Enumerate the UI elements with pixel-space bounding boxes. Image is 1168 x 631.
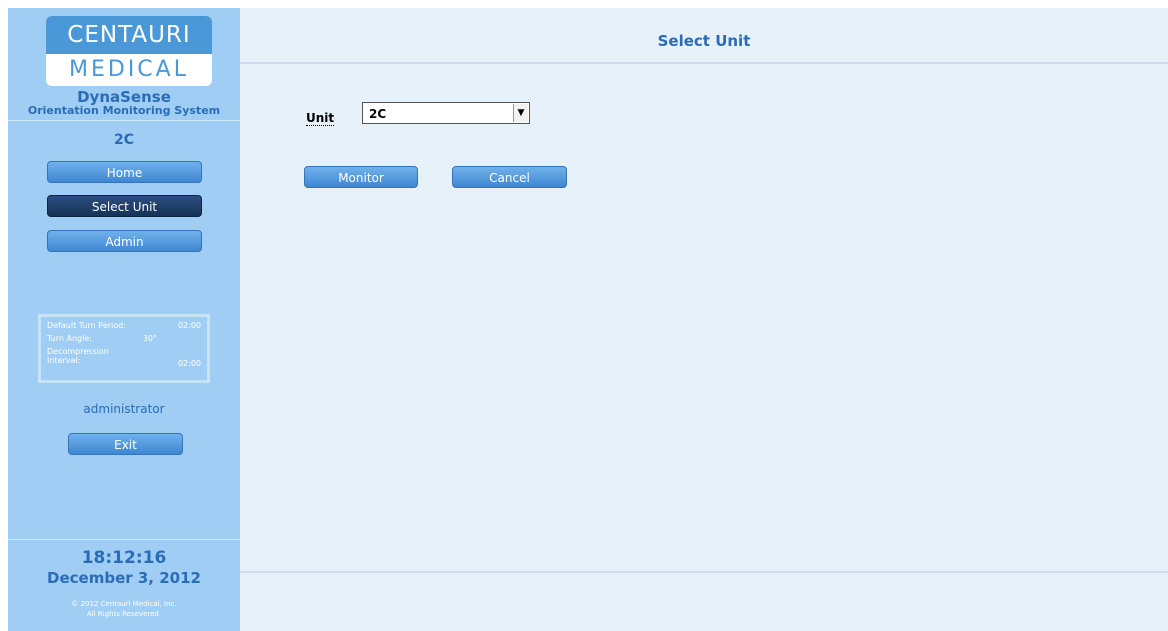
decompression-label: Decompression Interval:	[47, 347, 109, 365]
unit-field-label: Unit	[306, 111, 335, 126]
chevron-down-icon[interactable]: ▼	[513, 104, 528, 122]
nav-select-unit-button[interactable]: Select Unit	[47, 195, 202, 217]
divider	[8, 120, 240, 121]
divider	[8, 539, 240, 540]
username: administrator	[83, 402, 165, 416]
sidebar: CENTAURI MEDICAL DynaSense Orientation M…	[8, 8, 240, 631]
logo-top-text: CENTAURI	[46, 16, 212, 54]
turn-period-label: Default Turn Period:	[47, 321, 126, 330]
footer-divider	[240, 571, 1168, 573]
unit-select[interactable]: 2C ▼	[362, 102, 530, 124]
cancel-button[interactable]: Cancel	[452, 166, 567, 188]
decompression-label-line1: Decompression	[47, 347, 109, 356]
nav-home-button[interactable]: Home	[47, 161, 202, 183]
turn-period-value: 02:00	[177, 321, 201, 330]
main-panel: Select Unit Unit 2C ▼ Monitor Cancel	[240, 8, 1168, 631]
product-subtitle: Orientation Monitoring System	[27, 104, 221, 117]
header-divider	[240, 62, 1168, 64]
copyright-line1: © 2012 Centauri Medical, Inc.	[71, 600, 177, 608]
turn-angle-value: 30°	[142, 334, 157, 343]
clock-date: December 3, 2012	[47, 569, 201, 587]
decompression-value: 02:00	[177, 359, 201, 368]
decompression-label-line2: Interval:	[47, 356, 81, 365]
app-window: CENTAURI MEDICAL DynaSense Orientation M…	[0, 0, 1168, 631]
logo-bottom-text: MEDICAL	[69, 57, 189, 82]
page-title: Select Unit	[657, 32, 751, 50]
nav-admin-button[interactable]: Admin	[47, 230, 202, 252]
unit-select-value: 2C	[369, 107, 387, 121]
copyright-line2: All Rights Resevered.	[86, 610, 162, 618]
clock-time: 18:12:16	[81, 548, 167, 568]
turn-angle-label: Turn Angle:	[47, 334, 92, 343]
turn-period-row: Default Turn Period: 02:00	[47, 321, 201, 334]
current-unit: 2C	[113, 132, 134, 148]
exit-button[interactable]: Exit	[68, 433, 183, 455]
decompression-row: Decompression Interval: 02:00	[47, 347, 201, 369]
monitor-button[interactable]: Monitor	[304, 166, 418, 188]
settings-panel: Default Turn Period: 02:00 Turn Angle: 3…	[38, 314, 210, 383]
turn-angle-row: Turn Angle: 30°	[47, 334, 201, 347]
copyright: © 2012 Centauri Medical, Inc. All Rights…	[8, 599, 240, 619]
centauri-medical-logo: CENTAURI MEDICAL	[46, 16, 212, 86]
